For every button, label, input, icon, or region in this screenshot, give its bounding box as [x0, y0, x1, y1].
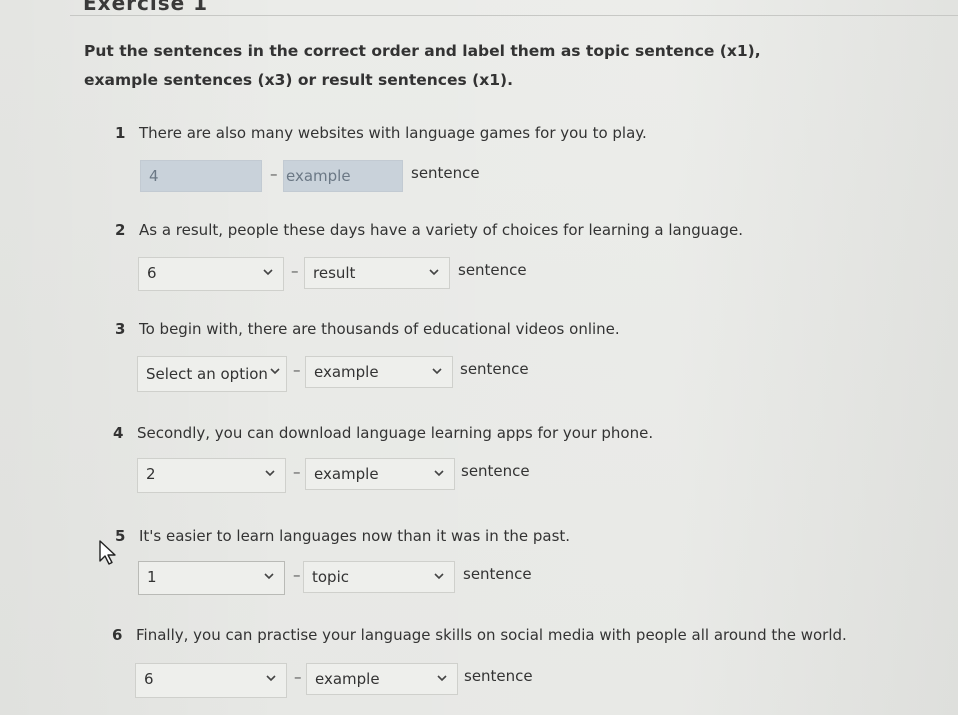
question-6: 6 Finally, you can practise your language…: [112, 626, 847, 644]
sentence-label: sentence: [460, 360, 529, 378]
type-select[interactable]: example: [305, 356, 453, 388]
type-select[interactable]: result: [304, 257, 450, 289]
question-number: 6: [112, 626, 123, 644]
chevron-down-icon: [264, 573, 274, 580]
order-select[interactable]: 4: [140, 160, 262, 192]
question-number: 5: [115, 527, 126, 545]
question-text: Finally, you can practise your language …: [136, 626, 847, 644]
type-select-value: result: [313, 264, 356, 282]
type-select-value: topic: [312, 568, 349, 586]
order-select[interactable]: Select an option: [137, 356, 287, 392]
sentence-label: sentence: [411, 164, 480, 182]
separator: –: [293, 361, 301, 379]
question-text: It's easier to learn languages now than …: [139, 527, 571, 545]
sentence-label: sentence: [461, 462, 530, 480]
type-select[interactable]: example: [305, 458, 455, 490]
question-number: 1: [115, 124, 126, 142]
separator: –: [291, 262, 299, 280]
question-3: 3 To begin with, there are thousands of e…: [115, 320, 620, 338]
chevron-down-icon: [434, 470, 444, 477]
question-text: As a result, people these days have a va…: [139, 221, 743, 239]
type-select[interactable]: example: [283, 160, 403, 192]
chevron-down-icon: [266, 675, 276, 682]
chevron-down-icon: [432, 368, 442, 375]
sentence-label: sentence: [458, 261, 527, 279]
question-2: 2 As a result, people these days have a v…: [115, 221, 743, 239]
type-select-value: example: [314, 363, 379, 381]
question-4: 4 Secondly, you can download language lea…: [113, 424, 653, 442]
type-select-value: example: [286, 167, 351, 185]
type-select[interactable]: topic: [303, 561, 455, 593]
chevron-down-icon: [270, 368, 280, 375]
exercise-page: Exercise 1 Put the sentences in the corr…: [0, 0, 958, 715]
type-select[interactable]: example: [306, 663, 458, 695]
title-divider: [70, 15, 958, 16]
exercise-title: Exercise 1: [83, 0, 209, 15]
chevron-down-icon: [429, 269, 439, 276]
separator: –: [293, 463, 301, 481]
mouse-pointer-icon: [99, 540, 116, 565]
order-select[interactable]: 1: [138, 561, 285, 595]
order-select[interactable]: 6: [138, 257, 284, 291]
separator: –: [270, 165, 278, 183]
question-number: 3: [115, 320, 126, 338]
question-text: To begin with, there are thousands of ed…: [139, 320, 620, 338]
chevron-down-icon: [434, 573, 444, 580]
order-select-value: 6: [147, 264, 157, 282]
question-text: There are also many websites with langua…: [139, 124, 647, 142]
question-text: Secondly, you can download language lear…: [137, 424, 654, 442]
order-select-value: 4: [149, 167, 159, 185]
type-select-value: example: [314, 465, 379, 483]
question-5: 5 It's easier to learn languages now than…: [115, 527, 570, 545]
sentence-label: sentence: [464, 667, 533, 685]
order-select[interactable]: 2: [137, 458, 286, 493]
separator: –: [294, 668, 302, 686]
type-select-value: example: [315, 670, 380, 688]
separator: –: [293, 566, 301, 584]
order-select-value: 2: [146, 465, 156, 483]
question-number: 2: [115, 221, 126, 239]
question-1: 1 There are also many websites with langu…: [115, 124, 647, 142]
sentence-label: sentence: [463, 565, 532, 583]
order-select-value: 1: [147, 568, 157, 586]
order-select-value: Select an option: [146, 365, 268, 383]
order-select[interactable]: 6: [135, 663, 287, 698]
chevron-down-icon: [437, 675, 447, 682]
chevron-down-icon: [263, 269, 273, 276]
instructions: Put the sentences in the correct order a…: [84, 42, 761, 89]
chevron-down-icon: [265, 470, 275, 477]
order-select-value: 6: [144, 670, 154, 688]
question-number: 4: [113, 424, 124, 442]
